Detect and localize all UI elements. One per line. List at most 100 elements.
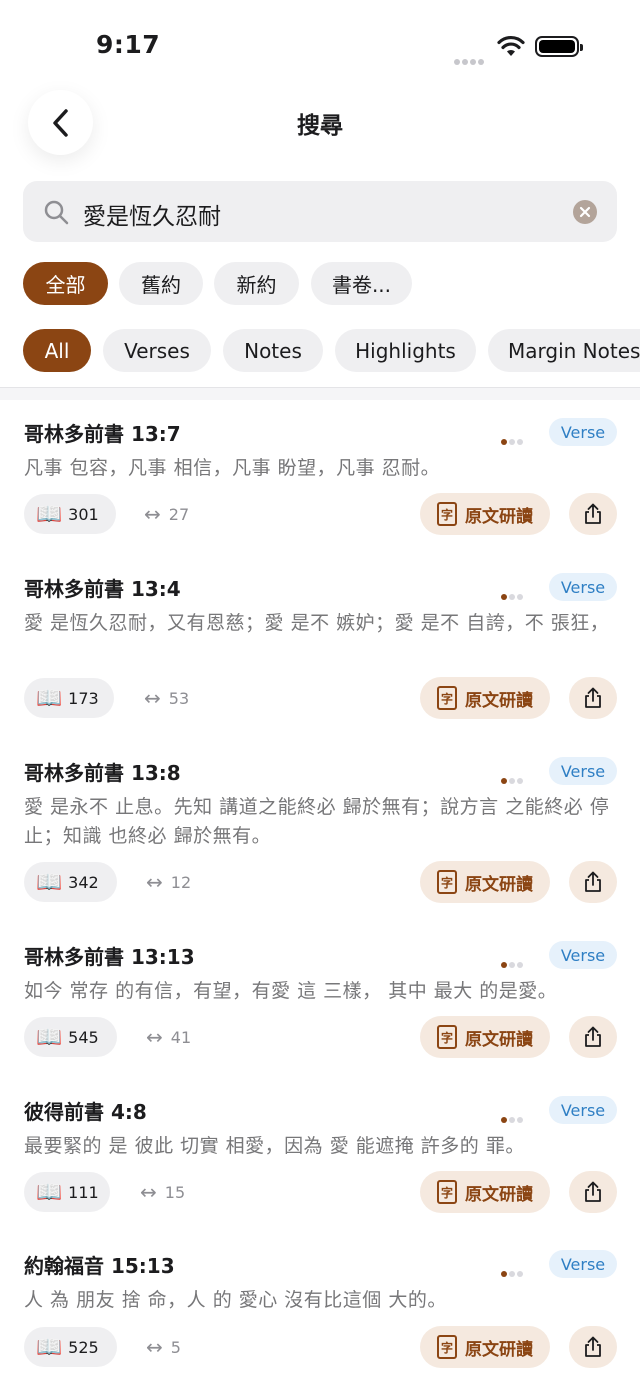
- page-dots: [501, 585, 525, 604]
- share-button[interactable]: [569, 677, 617, 719]
- character-icon: 字: [437, 870, 457, 894]
- verse-reference: 哥林多前書 13:13: [24, 945, 195, 969]
- character-icon: 字: [437, 1180, 457, 1204]
- book-icon: 📖: [36, 1334, 63, 1359]
- cross-reference[interactable]: ↔ 53: [144, 678, 189, 718]
- cross-reference-count: 5: [170, 1337, 181, 1357]
- book-icon: 📖: [36, 1024, 63, 1049]
- card-actions: 📖 301 ↔ 27 字 原文研讀: [0, 493, 640, 537]
- scope-chip-new-testament[interactable]: 新約: [214, 262, 299, 305]
- share-button[interactable]: [569, 1016, 617, 1058]
- scope-chip-books[interactable]: 書卷...: [311, 262, 412, 305]
- cross-reference-count: 27: [168, 504, 190, 524]
- verse-reference: 約翰福音 15:13: [24, 1254, 175, 1278]
- usage-count: 301: [68, 504, 99, 524]
- type-chip-margin-notes[interactable]: Margin Notes: [488, 329, 640, 372]
- type-chip-notes[interactable]: Notes: [223, 329, 323, 372]
- cross-reference-icon: ↔: [144, 502, 161, 526]
- share-icon: [585, 687, 601, 708]
- clear-search-button[interactable]: [573, 200, 597, 224]
- verse-badge: Verse: [549, 757, 617, 785]
- share-button[interactable]: [569, 1171, 617, 1213]
- usage-count: 342: [68, 872, 99, 892]
- usage-count-pill[interactable]: 📖 342: [24, 862, 117, 902]
- study-label: 原文研讀: [465, 1339, 533, 1360]
- cross-reference-count: 15: [164, 1182, 186, 1202]
- status-bar: 9:17: [0, 0, 640, 90]
- page-dots: [501, 769, 525, 788]
- cross-reference[interactable]: ↔ 27: [144, 494, 189, 534]
- study-label: 原文研讀: [465, 874, 533, 895]
- page-dots: [501, 430, 525, 449]
- cross-reference-count: 53: [168, 688, 190, 708]
- verse-badge: Verse: [549, 418, 617, 446]
- card-actions: 📖 173 ↔ 53 字 原文研讀: [0, 677, 640, 721]
- type-chip-verses[interactable]: Verses: [103, 329, 211, 372]
- character-icon: 字: [437, 686, 457, 710]
- book-icon: 📖: [36, 869, 63, 894]
- share-button[interactable]: [569, 1326, 617, 1368]
- scope-chip-all[interactable]: 全部: [23, 262, 108, 305]
- verse-reference: 彼得前書 4:8: [24, 1100, 147, 1124]
- original-text-study-button[interactable]: 字 原文研讀: [420, 493, 550, 535]
- card-actions: 📖 111 ↔ 15 字 原文研讀: [0, 1171, 640, 1215]
- page-title: 搜尋: [297, 113, 343, 139]
- verse-text: 如今 常存 的有信，有望，有愛 這 三樣， 其中 最大 的是愛。: [24, 980, 558, 1002]
- original-text-study-button[interactable]: 字 原文研讀: [420, 1326, 550, 1368]
- search-icon: [44, 200, 69, 225]
- verse-reference: 哥林多前書 13:7: [24, 422, 181, 446]
- verse-badge: Verse: [549, 941, 617, 969]
- original-text-study-button[interactable]: 字 原文研讀: [420, 677, 550, 719]
- card-actions: 📖 342 ↔ 12 字 原文研讀: [0, 861, 640, 905]
- share-button[interactable]: [569, 861, 617, 903]
- original-text-study-button[interactable]: 字 原文研讀: [420, 1171, 550, 1213]
- search-input[interactable]: 愛是恆久忍耐: [83, 197, 221, 231]
- wifi-icon: [497, 35, 525, 56]
- usage-count: 525: [68, 1337, 99, 1357]
- usage-count-pill[interactable]: 📖 173: [24, 678, 114, 718]
- page-dots: [501, 953, 525, 972]
- study-label: 原文研讀: [465, 690, 533, 711]
- book-icon: 📖: [36, 685, 63, 710]
- cross-reference-icon: ↔: [144, 686, 161, 710]
- verse-reference: 哥林多前書 13:4: [24, 577, 181, 601]
- battery-icon: [535, 36, 583, 57]
- type-chip-all[interactable]: All: [23, 329, 91, 372]
- cross-reference[interactable]: ↔ 41: [146, 1017, 191, 1057]
- share-icon: [585, 871, 601, 892]
- share-icon: [585, 1336, 601, 1357]
- cross-reference-icon: ↔: [146, 870, 163, 894]
- scope-chip-old-testament[interactable]: 舊約: [119, 262, 203, 305]
- page-dots: [501, 1262, 525, 1281]
- section-gap: [0, 388, 640, 400]
- usage-count: 173: [68, 688, 99, 708]
- cross-reference-icon: ↔: [140, 1180, 157, 1204]
- book-icon: 📖: [36, 501, 63, 526]
- type-chip-highlights[interactable]: Highlights: [335, 329, 476, 372]
- cross-reference-count: 12: [170, 872, 192, 892]
- usage-count-pill[interactable]: 📖 301: [24, 494, 116, 534]
- cross-reference[interactable]: ↔ 15: [140, 1172, 185, 1212]
- original-text-study-button[interactable]: 字 原文研讀: [420, 861, 550, 903]
- share-icon: [585, 503, 601, 524]
- cross-reference-icon: ↔: [146, 1335, 163, 1359]
- search-field[interactable]: 愛是恆久忍耐: [23, 181, 617, 242]
- status-time: 9:17: [96, 30, 161, 59]
- verse-text: 愛 是永不 止息。先知 講道之能終必 歸於無有；說方言 之能終必 停止；知識 也…: [24, 796, 610, 847]
- cross-reference[interactable]: ↔ 5: [146, 1327, 181, 1367]
- cross-reference-icon: ↔: [146, 1025, 163, 1049]
- verse-reference: 哥林多前書 13:8: [24, 761, 181, 785]
- usage-count-pill[interactable]: 📖 545: [24, 1017, 117, 1057]
- usage-count: 545: [68, 1027, 99, 1047]
- original-text-study-button[interactable]: 字 原文研讀: [420, 1016, 550, 1058]
- close-icon: [579, 206, 591, 218]
- card-actions: 📖 545 ↔ 41 字 原文研讀: [0, 1016, 640, 1060]
- usage-count-pill[interactable]: 📖 111: [24, 1172, 110, 1212]
- share-button[interactable]: [569, 493, 617, 535]
- cross-reference[interactable]: ↔ 12: [146, 862, 191, 902]
- signal-icon: [454, 50, 486, 65]
- verse-text: 愛 是恆久忍耐，又有恩慈；愛 是不 嫉妒；愛 是不 自誇，不 張狂，: [24, 612, 610, 634]
- share-icon: [585, 1026, 601, 1047]
- usage-count-pill[interactable]: 📖 525: [24, 1327, 117, 1367]
- character-icon: 字: [437, 1335, 457, 1359]
